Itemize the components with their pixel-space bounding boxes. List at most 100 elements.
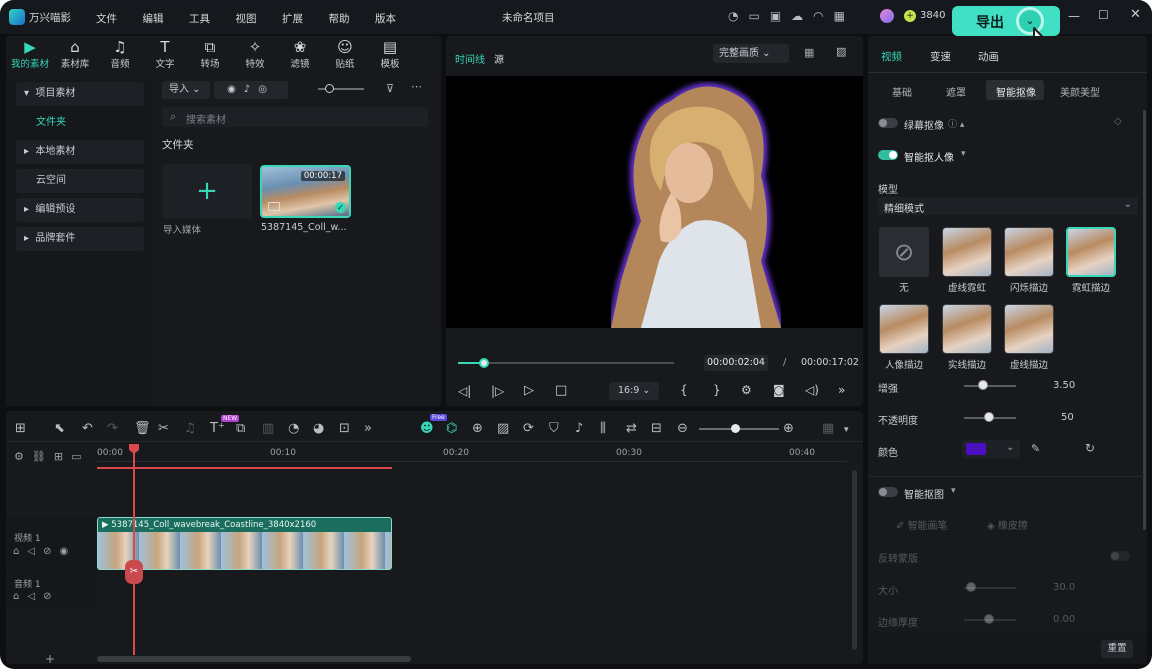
sidebar-item-folder[interactable]: 文件夹 — [16, 111, 144, 135]
record-screen-icon[interactable]: ◉ — [227, 84, 244, 95]
media-clip-thumbnail[interactable]: 00:00:17 ✓ — [260, 165, 351, 218]
more-icon[interactable]: ⋯ — [411, 80, 422, 93]
reset-button[interactable]: 重置 — [1101, 640, 1133, 658]
eraser-button[interactable]: ◈ 橡皮擦 — [987, 517, 1028, 532]
text-to-speech-icon[interactable]: T⁺ — [210, 421, 225, 436]
grid-view-icon[interactable]: ▦ — [804, 46, 814, 59]
tab-my-media[interactable]: ▶ 我的素材 — [8, 38, 52, 70]
image-icon[interactable]: ▨ — [836, 45, 846, 58]
opacity-knob[interactable] — [984, 412, 994, 422]
model-dropdown[interactable]: 精细模式 ⌄ — [878, 197, 1138, 215]
color-picker-dropdown[interactable]: ⌄ — [962, 440, 1020, 458]
ai-portrait-toggle[interactable] — [878, 150, 898, 160]
reset-color-icon[interactable]: ↻ — [1085, 441, 1095, 455]
track-mute-icon[interactable]: ▭ — [71, 450, 89, 463]
quality-dropdown[interactable]: 完整画质 ⌄ — [713, 44, 789, 63]
menu-file[interactable]: 文件 — [96, 13, 117, 25]
tab-stickers[interactable]: ☺ 贴纸 — [323, 38, 367, 70]
chevron-down-icon[interactable]: ▾ — [844, 425, 849, 435]
volume-icon[interactable]: ◁ — [27, 591, 43, 602]
subtab-beauty[interactable]: 美颜美型 — [1060, 84, 1100, 99]
ai-tool-icon[interactable]: ⌬ — [446, 421, 457, 436]
speed-icon[interactable]: ◔ — [288, 421, 299, 436]
play-icon[interactable]: ▷ — [524, 383, 534, 398]
sync-icon[interactable]: ⟳ — [523, 421, 534, 436]
prev-frame-icon[interactable]: ◁| — [458, 384, 471, 398]
invert-mask-toggle[interactable] — [1110, 551, 1130, 561]
hide-icon[interactable]: ⊘ — [43, 591, 59, 602]
subtab-smart-cutout[interactable]: 智能抠像 — [996, 84, 1036, 99]
hide-icon[interactable]: ⊘ — [43, 546, 59, 557]
insert-icon[interactable]: ⊕ — [472, 421, 483, 436]
sidebar-item-project-media[interactable]: ▾ 项目素材 — [16, 82, 144, 106]
subtab-basic[interactable]: 基础 — [892, 84, 912, 99]
menu-tools[interactable]: 工具 — [189, 13, 210, 25]
record-mic-icon[interactable]: ♪ — [244, 84, 258, 95]
search-box[interactable]: ⌕ 搜索素材 — [162, 107, 428, 127]
layout-icon[interactable]: ▭ — [748, 9, 769, 23]
mark-out-icon[interactable]: } — [713, 383, 721, 397]
edge-thickness-knob[interactable] — [984, 614, 994, 624]
lock-icon[interactable]: ⌂ — [13, 591, 27, 602]
menu-edit[interactable]: 编辑 — [143, 13, 164, 25]
cloud-icon[interactable]: ☁ — [791, 9, 813, 23]
redo-icon[interactable]: ↷ — [107, 421, 118, 436]
thumbnail-size-knob[interactable] — [325, 84, 334, 93]
menu-view[interactable]: 视图 — [236, 13, 257, 25]
delete-icon[interactable]: 🗑 — [134, 421, 151, 436]
filter-icon[interactable]: ⊽ — [386, 82, 394, 95]
avatar[interactable] — [880, 9, 894, 23]
work-area-bar[interactable] — [97, 467, 392, 469]
layout-grid-icon[interactable]: ⊞ — [15, 421, 26, 436]
split-marker-icon[interactable]: ✂ — [125, 560, 143, 584]
tab-filters[interactable]: ❀ 滤镜 — [278, 38, 322, 70]
tab-store[interactable]: ⌂ 素材库 — [53, 38, 97, 70]
next-frame-icon[interactable]: |▷ — [491, 384, 504, 398]
sidebar-item-local-media[interactable]: ▸ 本地素材 — [16, 140, 144, 164]
playback-progress-knob[interactable] — [478, 358, 489, 368]
size-knob[interactable] — [966, 582, 976, 592]
effect-solid-outline[interactable] — [942, 304, 992, 354]
fit-icon[interactable]: ⊟ — [651, 421, 662, 436]
mark-in-icon[interactable]: { — [680, 383, 688, 397]
shield-icon[interactable]: ⛉ — [549, 421, 559, 436]
effect-none[interactable]: ⊘ — [879, 227, 929, 277]
tab-effects[interactable]: ✧ 特效 — [233, 38, 277, 70]
chevron-down-icon[interactable]: ▾ — [951, 486, 956, 496]
chroma-key-toggle[interactable] — [878, 118, 898, 128]
track-add-icon[interactable]: ⊞ — [54, 450, 71, 463]
size-value[interactable]: 30.0 — [1053, 582, 1075, 593]
track-settings-icon[interactable]: ⚙ — [14, 450, 32, 463]
opacity-value[interactable]: 50 — [1061, 412, 1074, 423]
edge-thickness-value[interactable]: 0.00 — [1053, 614, 1075, 625]
tab-templates[interactable]: ▤ 模板 — [368, 38, 412, 70]
replace-icon[interactable]: ⇄ — [626, 421, 637, 436]
help-icon[interactable]: ⓘ ▴ — [948, 117, 964, 130]
keyframe-icon[interactable]: ◇ — [1114, 116, 1122, 127]
effect-portrait-outline[interactable] — [879, 304, 929, 354]
import-media-tile[interactable]: + — [162, 164, 252, 219]
effect-neon-outline[interactable] — [1066, 227, 1116, 277]
record-voice-icon[interactable]: ◎ — [258, 84, 275, 95]
sidebar-item-edit-presets[interactable]: ▸ 编辑预设 — [16, 198, 144, 222]
enhance-slider[interactable] — [964, 385, 1016, 387]
sidebar-item-cloud[interactable]: 云空间 — [16, 169, 144, 193]
subtab-mask[interactable]: 遮罩 — [946, 84, 966, 99]
color-match-icon[interactable]: ◕ — [313, 421, 324, 436]
playback-progress-track[interactable] — [458, 358, 674, 368]
split-icon[interactable]: ✂ — [158, 421, 169, 436]
sidebar-item-brand-kit[interactable]: ▸ 品牌套件 — [16, 227, 144, 251]
ai-copilot-icon[interactable]: ☻ — [420, 421, 434, 436]
apps-icon[interactable]: ▦ — [834, 9, 855, 23]
enhance-value[interactable]: 3.50 — [1053, 380, 1075, 391]
effect-dashed-outline[interactable] — [1004, 304, 1054, 354]
playhead-line[interactable] — [133, 447, 135, 655]
property-scrollbar[interactable] — [1143, 110, 1146, 530]
mixer-icon[interactable]: ⫼ — [600, 421, 606, 436]
more-tools-icon[interactable]: » — [838, 383, 845, 397]
menu-version[interactable]: 版本 — [375, 13, 396, 25]
timeline-h-scrollbar[interactable] — [97, 656, 411, 662]
volume-icon[interactable]: ◁ — [27, 546, 43, 557]
lock-icon[interactable]: ⌂ — [13, 546, 27, 557]
feedback-icon[interactable]: ◔ — [728, 9, 748, 23]
